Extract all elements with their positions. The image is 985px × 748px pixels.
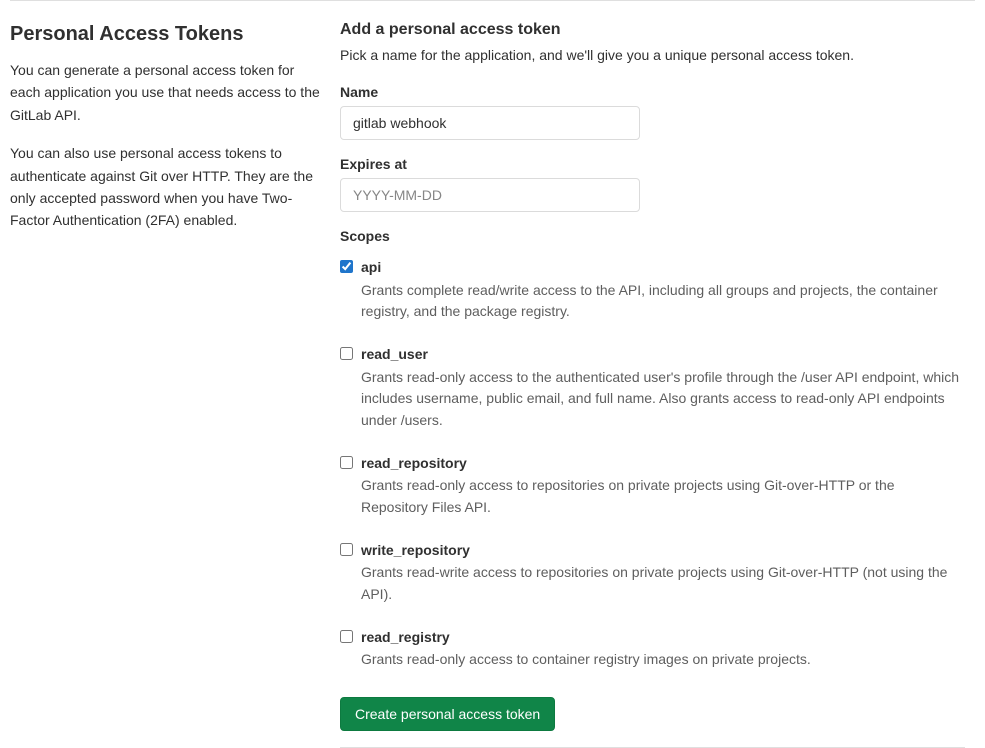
scope-name: write_repository xyxy=(361,541,965,561)
scope-desc: Grants read-only access to repositories … xyxy=(361,475,965,518)
top-divider xyxy=(10,0,975,1)
scopes-label: Scopes xyxy=(340,228,965,244)
scope-checkbox-write_repository[interactable] xyxy=(340,543,353,556)
scope-item-read_user: read_userGrants read-only access to the … xyxy=(340,345,965,432)
section-description-2: You can also use personal access tokens … xyxy=(10,142,320,232)
scope-checkbox-read_user[interactable] xyxy=(340,347,353,360)
scope-item-api: apiGrants complete read/write access to … xyxy=(340,258,965,323)
scope-item-write_repository: write_repositoryGrants read-write access… xyxy=(340,541,965,606)
section-description-1: You can generate a personal access token… xyxy=(10,59,320,126)
scope-item-read_registry: read_registryGrants read-only access to … xyxy=(340,628,965,671)
name-input[interactable] xyxy=(340,106,640,140)
scope-checkbox-read_repository[interactable] xyxy=(340,456,353,469)
token-form: Add a personal access token Pick a name … xyxy=(340,21,975,748)
scopes-list: apiGrants complete read/write access to … xyxy=(340,258,965,671)
scope-desc: Grants complete read/write access to the… xyxy=(361,280,965,323)
expires-input[interactable] xyxy=(340,178,640,212)
scope-item-read_repository: read_repositoryGrants read-only access t… xyxy=(340,454,965,519)
scope-desc: Grants read-only access to the authentic… xyxy=(361,367,965,432)
scope-checkbox-api[interactable] xyxy=(340,260,353,273)
create-token-button[interactable]: Create personal access token xyxy=(340,697,555,731)
form-heading: Add a personal access token xyxy=(340,21,965,39)
section-title: Personal Access Tokens xyxy=(10,21,320,47)
expires-label: Expires at xyxy=(340,156,965,172)
settings-sidebar: Personal Access Tokens You can generate … xyxy=(10,21,320,748)
scope-name: read_registry xyxy=(361,628,965,648)
scope-name: read_repository xyxy=(361,454,965,474)
scope-desc: Grants read-write access to repositories… xyxy=(361,562,965,605)
scope-desc: Grants read-only access to container reg… xyxy=(361,649,965,671)
scope-name: api xyxy=(361,258,965,278)
scope-checkbox-read_registry[interactable] xyxy=(340,630,353,643)
name-label: Name xyxy=(340,84,965,100)
form-subtext: Pick a name for the application, and we'… xyxy=(340,45,965,66)
scope-name: read_user xyxy=(361,345,965,365)
